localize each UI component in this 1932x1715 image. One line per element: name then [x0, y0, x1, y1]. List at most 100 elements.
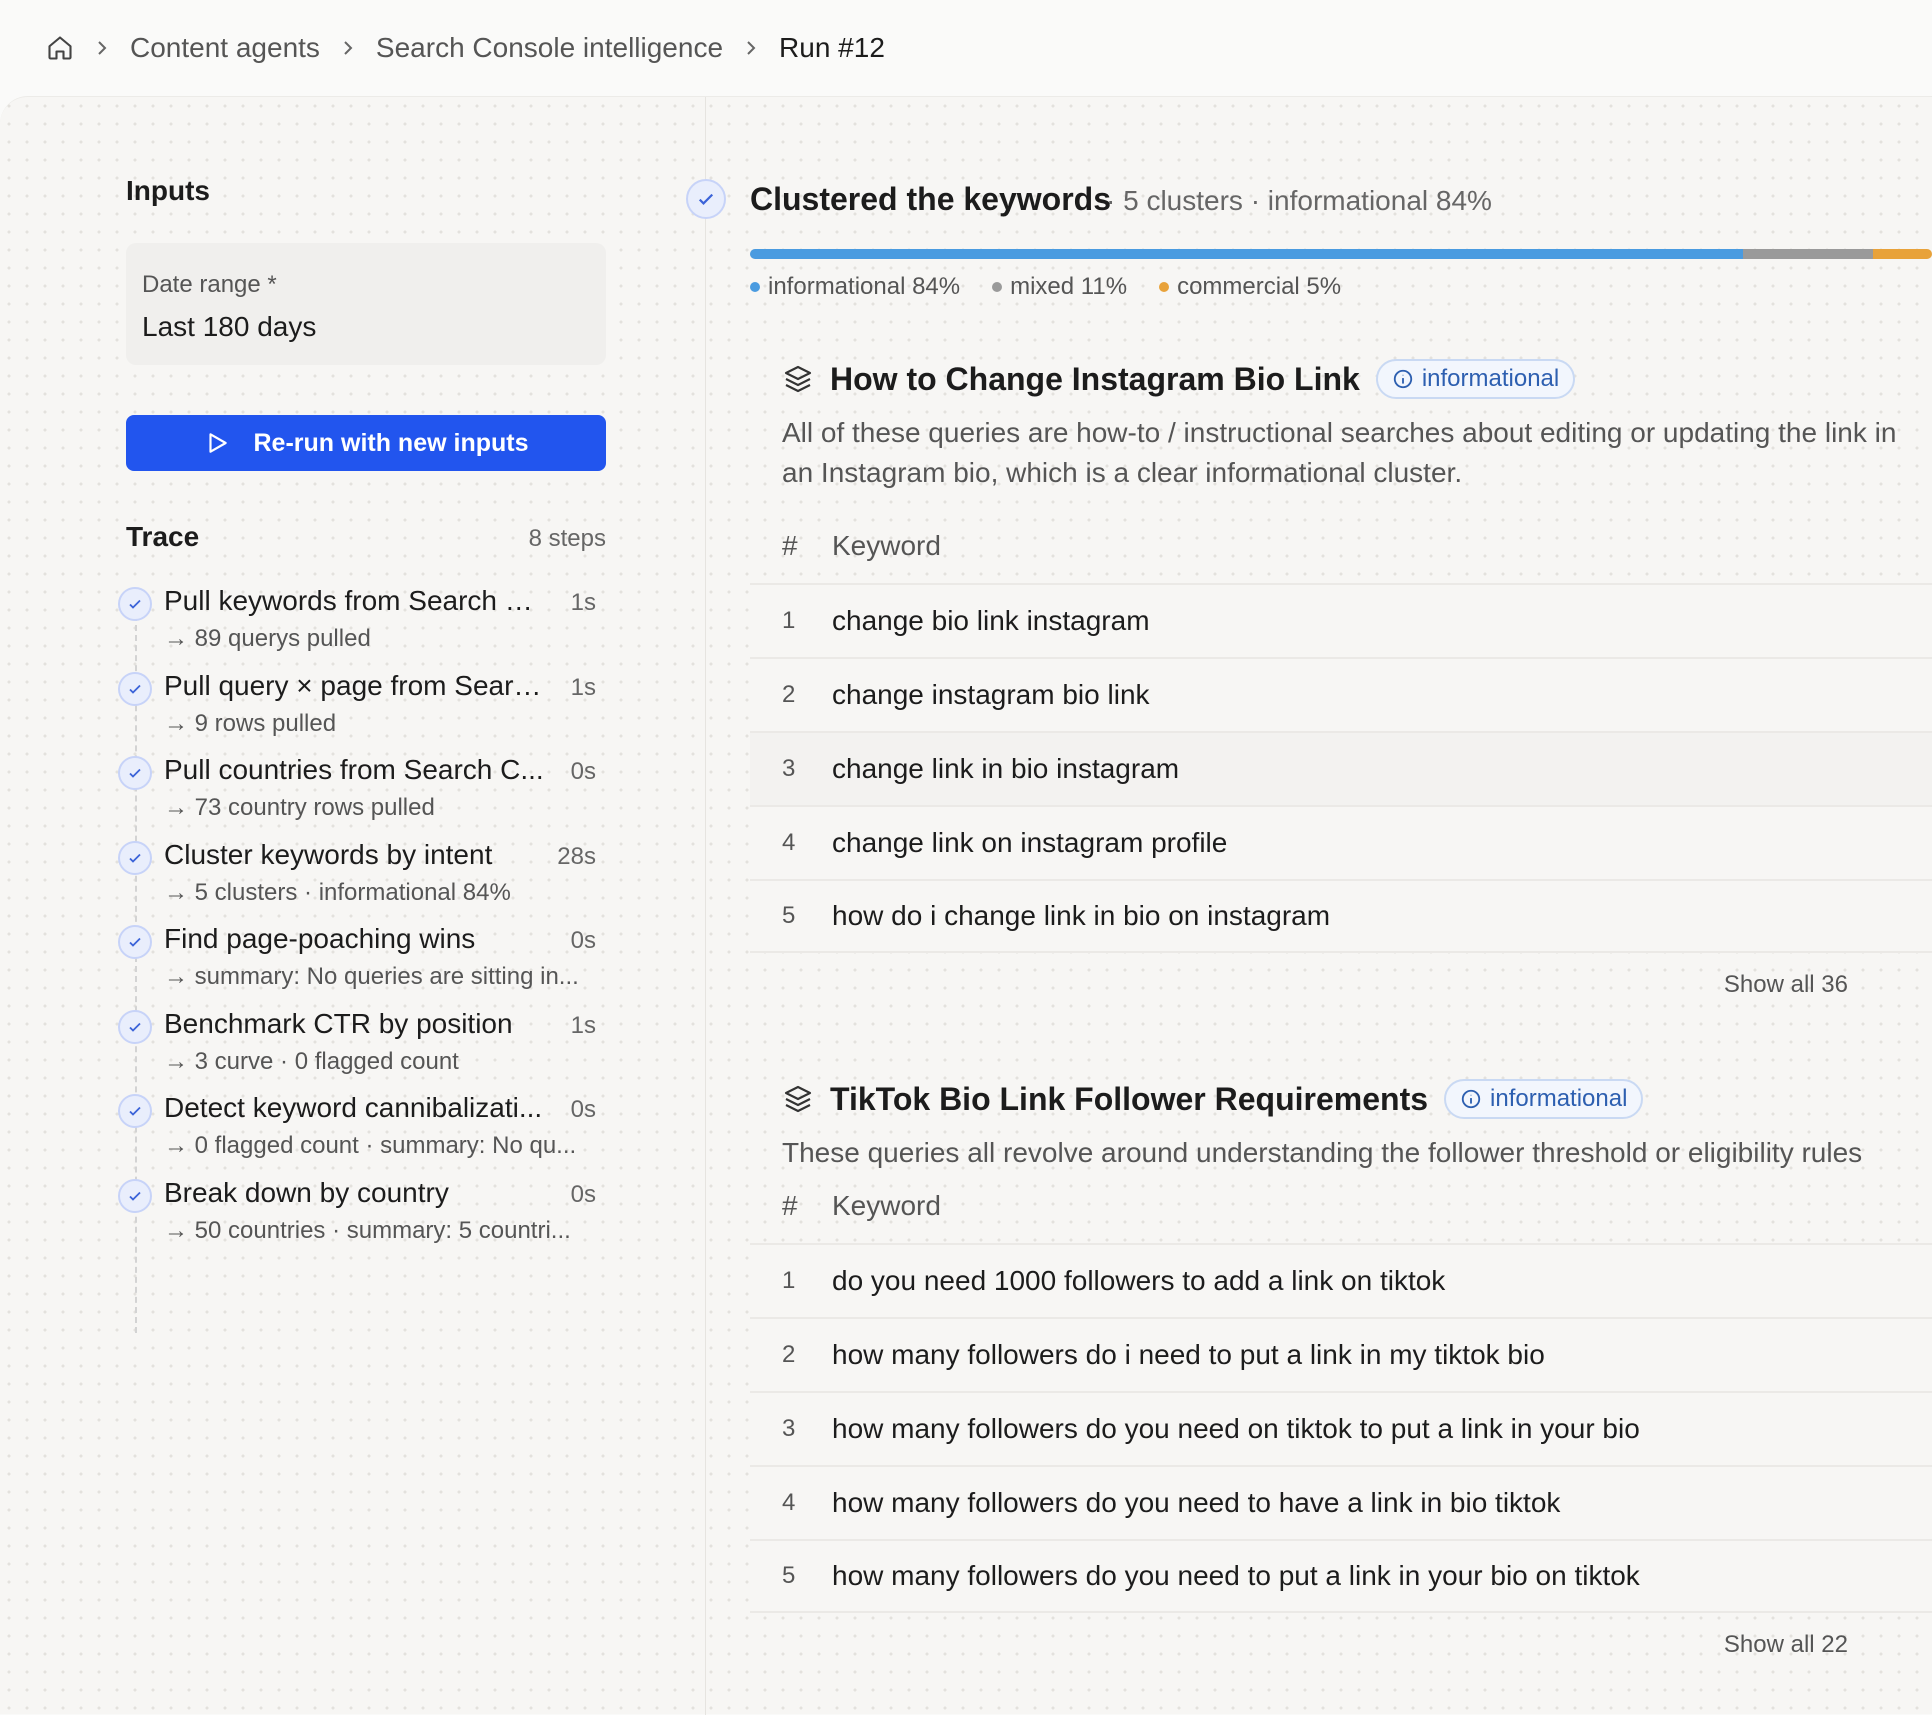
table-header: # Keyword — [750, 1169, 1932, 1243]
table-row[interactable]: 5 how many followers do you need to put a… — [750, 1539, 1932, 1613]
table-row[interactable]: 3 change link in bio instagram — [750, 731, 1932, 805]
column-header-keyword: Keyword — [832, 530, 941, 561]
intent-badge: informational — [1444, 1079, 1644, 1119]
intent-badge-label: informational — [1490, 1085, 1628, 1112]
row-number: 3 — [782, 1415, 796, 1442]
check-icon — [118, 925, 152, 959]
intent-distribution-bar — [750, 249, 1932, 259]
trace-step-result: → 0 flagged count · summary: No qu... — [164, 1132, 577, 1159]
column-divider — [705, 97, 706, 1715]
rerun-button[interactable]: Re-run with new inputs — [126, 415, 606, 471]
row-number: 1 — [782, 1267, 796, 1294]
cluster-description: All of these queries are how-to / instru… — [782, 417, 1897, 488]
rerun-label: Re-run with new inputs — [253, 428, 529, 457]
trace-step-result: → 3 curve · 0 flagged count — [164, 1047, 459, 1075]
cluster-title: TikTok Bio Link Follower Requirements — [830, 1080, 1429, 1117]
table-row[interactable]: 4 how many followers do you need to have … — [750, 1465, 1932, 1539]
output-meta: · 5 clusters · informational 84% — [1106, 185, 1492, 216]
play-icon — [204, 430, 230, 456]
run-detail-panel: Inputs Date range * Last 180 days Re-run… — [0, 96, 1932, 1715]
date-range-field[interactable]: Date range * Last 180 days — [126, 243, 606, 365]
trace-step-name: Pull countries from Search C... — [164, 754, 544, 785]
breadcrumb-current-run: Run #12 — [779, 32, 885, 63]
table-row[interactable]: 1 do you need 1000 followers to add a lin… — [750, 1243, 1932, 1317]
table-row[interactable]: 4 change link on instagram profile — [750, 805, 1932, 879]
trace-step-duration: 28s — [557, 842, 596, 870]
breadcrumb-content-agents[interactable]: Content agents — [130, 32, 320, 64]
trace-step-count: 8 steps — [528, 525, 606, 552]
row-keyword: change link in bio instagram — [832, 753, 1180, 784]
row-number: 1 — [782, 607, 796, 634]
check-icon — [118, 1009, 152, 1044]
trace-step-result: → 89 querys pulled — [164, 625, 371, 652]
keyword-table: # Keyword 1 do you need 1000 followers to a… — [750, 1169, 1932, 1613]
trace-step-name: Detect keyword cannibalizati... — [164, 1092, 543, 1123]
table-row[interactable]: 3 how many followers do you need on tikto… — [750, 1391, 1932, 1465]
legend-item: mixed 11% — [992, 273, 1127, 301]
breadcrumb: Content agents Search Console intelligen… — [0, 0, 1932, 96]
cluster-header: How to Change Instagram Bio Link informat… — [782, 359, 1576, 399]
cluster-title: How to Change Instagram Bio Link — [830, 360, 1360, 397]
legend-dot — [1159, 282, 1170, 292]
trace-step-result: → 5 clusters · informational 84% — [164, 878, 511, 906]
show-all-link[interactable]: Show all 22 — [1724, 1631, 1848, 1659]
legend-item: informational 84% — [750, 273, 960, 301]
row-keyword: change bio link instagram — [832, 605, 1150, 636]
check-icon — [118, 1178, 152, 1213]
trace-step-duration: 1s — [570, 589, 596, 616]
table-row[interactable]: 5 how do i change link in bio on instagra… — [750, 879, 1932, 953]
trace-step-name: Cluster keywords by intent — [164, 838, 493, 870]
legend-item: commercial 5% — [1159, 273, 1341, 301]
info-icon — [1460, 1088, 1482, 1110]
info-icon — [1392, 368, 1414, 390]
trace-step-name: Pull query × page from Searc... — [164, 669, 544, 701]
keyword-table: # Keyword 1 change bio link instagram 2 chang… — [750, 509, 1932, 953]
intent-segment — [1742, 249, 1873, 259]
check-icon — [118, 587, 152, 621]
trace-step-name: Pull keywords from Search C... — [164, 585, 544, 616]
row-keyword: change link on instagram profile — [832, 827, 1228, 858]
row-keyword: do you need 1000 followers to add a link… — [832, 1265, 1446, 1296]
show-all-link[interactable]: Show all 36 — [1724, 971, 1848, 999]
table-row[interactable]: 2 how many followers do i need to put a l… — [750, 1317, 1932, 1391]
chevron-right-icon — [340, 40, 356, 56]
check-icon — [118, 756, 152, 790]
home-icon[interactable] — [46, 34, 74, 62]
row-keyword: how many followers do you need on tiktok… — [832, 1413, 1640, 1444]
trace-step-duration: 1s — [570, 673, 596, 701]
row-number: 5 — [782, 1562, 796, 1589]
row-keyword: how many followers do i need to put a li… — [832, 1339, 1545, 1370]
layers-icon — [782, 363, 814, 395]
date-range-label: Date range * — [142, 271, 277, 298]
check-icon — [118, 671, 152, 706]
row-number: 4 — [782, 1489, 796, 1516]
row-keyword: how many followers do you need to have a… — [832, 1487, 1561, 1518]
trace-step-name: Break down by country — [164, 1176, 449, 1208]
table-row[interactable]: 1 change bio link instagram — [750, 583, 1932, 657]
table-header: # Keyword — [750, 509, 1932, 583]
date-range-value: Last 180 days — [142, 311, 317, 342]
trace-step-name: Benchmark CTR by position — [164, 1007, 513, 1039]
intent-badge-label: informational — [1421, 365, 1560, 392]
trace-step[interactable]: Break down by country 0s → 50 countries · … — [116, 1177, 606, 1281]
output-title: Clustered the keywords — [750, 181, 1111, 217]
legend-label: informational 84% — [768, 273, 961, 300]
table-row[interactable]: 2 change instagram bio link — [750, 657, 1932, 731]
legend-dot — [992, 282, 1003, 292]
trace-step-result: → 50 countries · summary: 5 countri... — [164, 1216, 571, 1244]
legend-label: commercial 5% — [1177, 273, 1342, 300]
row-number: 2 — [782, 681, 796, 708]
chevron-right-icon — [94, 40, 110, 56]
check-icon — [118, 840, 152, 875]
trace-step-duration: 0s — [570, 758, 596, 785]
intent-segment — [750, 249, 1743, 259]
column-header-number: # — [782, 530, 798, 561]
cluster-header: TikTok Bio Link Follower Requirements inf… — [782, 1079, 1644, 1119]
breadcrumb-search-console[interactable]: Search Console intelligence — [376, 32, 723, 64]
row-keyword: how do i change link in bio on instagram — [832, 900, 1331, 931]
row-keyword: how many followers do you need to put a … — [832, 1560, 1640, 1591]
inputs-heading: Inputs — [126, 175, 210, 206]
row-keyword: change instagram bio link — [832, 679, 1150, 710]
row-number: 4 — [782, 829, 796, 856]
check-icon — [118, 1094, 152, 1128]
